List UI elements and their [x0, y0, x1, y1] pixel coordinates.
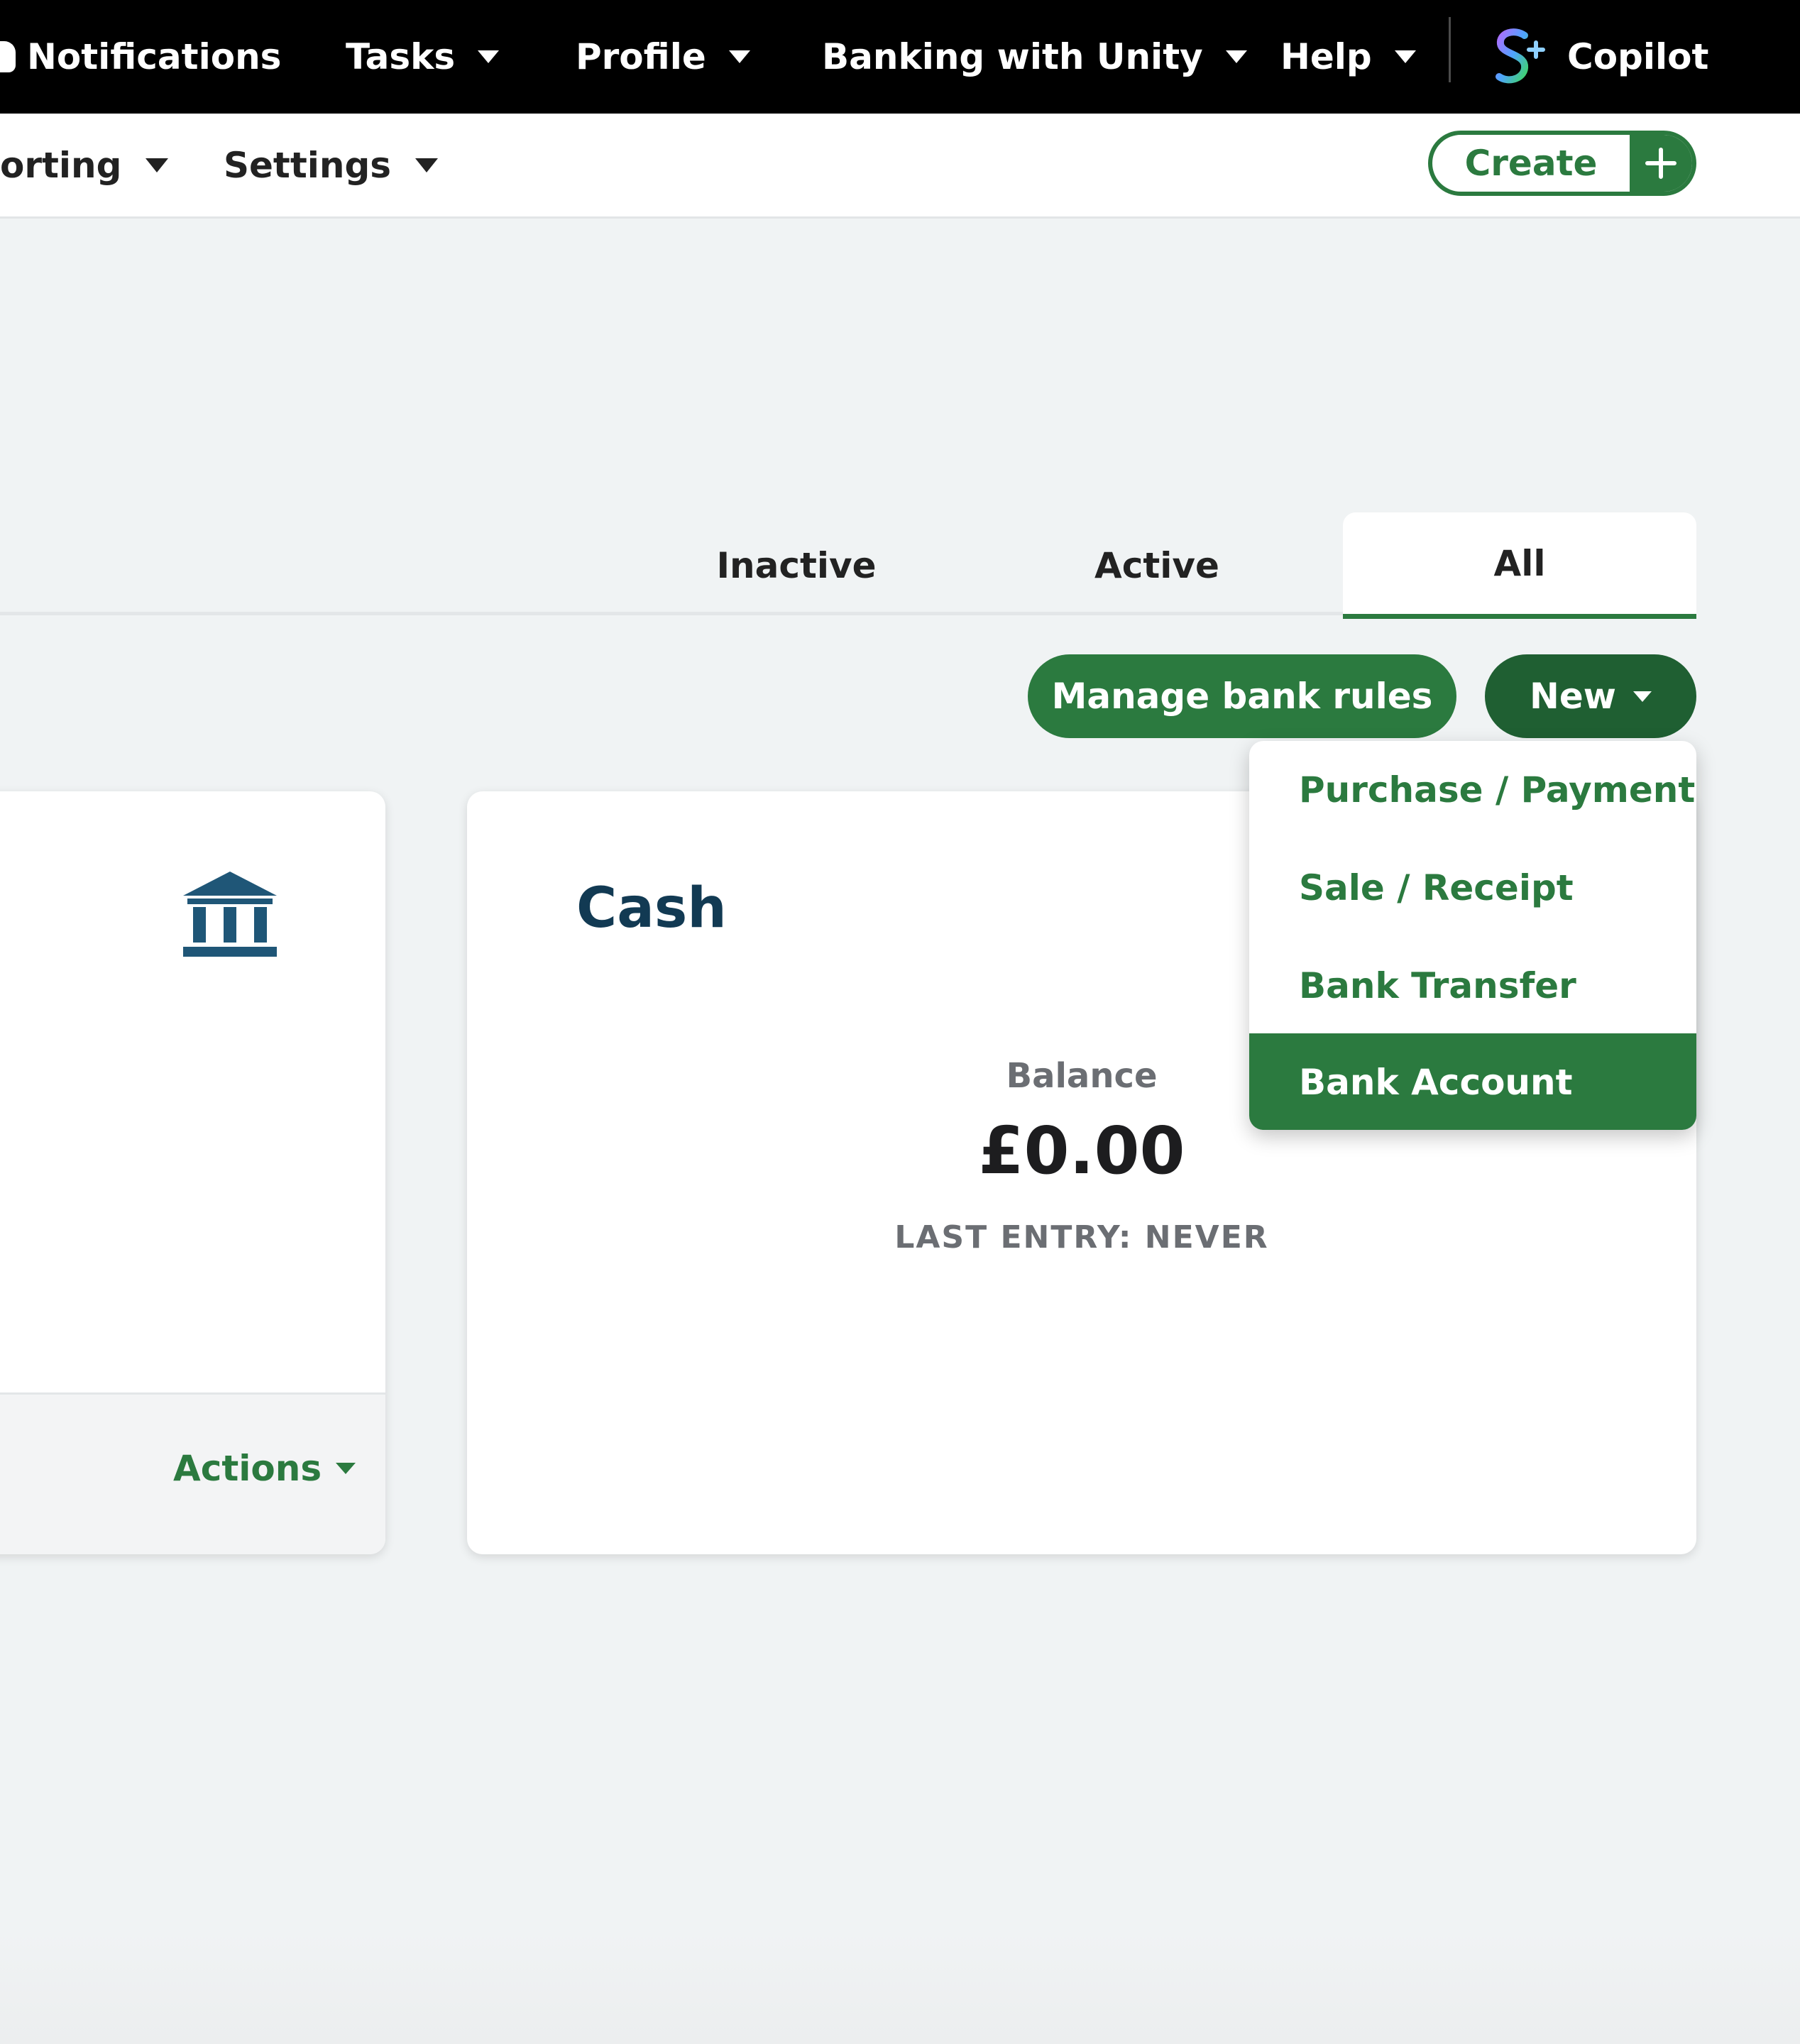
tab-all[interactable]: All — [1343, 512, 1696, 619]
tab-inactive[interactable]: Inactive — [690, 512, 903, 619]
profile-label: Profile — [576, 36, 706, 77]
menu-item-bank-account[interactable]: Bank Account — [1249, 1033, 1696, 1130]
menu-item-sale-receipt[interactable]: Sale / Receipt — [1249, 839, 1696, 937]
actions-label: Actions — [173, 1448, 322, 1489]
new-label: New — [1530, 676, 1616, 717]
menu-item-bank-transfer[interactable]: Bank Transfer — [1249, 937, 1696, 1035]
notifications-link[interactable]: Notifications — [0, 0, 281, 114]
manage-bank-rules-label: Manage bank rules — [1051, 676, 1433, 717]
new-button[interactable]: New — [1485, 654, 1696, 738]
copilot-label: Copilot — [1567, 36, 1709, 77]
nav-divider — [1449, 17, 1451, 82]
profile-menu[interactable]: Profile — [576, 0, 750, 114]
tasks-menu[interactable]: Tasks — [346, 0, 500, 114]
help-menu[interactable]: Help — [1280, 0, 1416, 114]
account-title: Cash — [576, 877, 727, 940]
actions-menu[interactable]: Actions — [173, 1448, 356, 1489]
reporting-menu[interactable]: orting — [0, 114, 169, 216]
chevron-down-icon — [478, 50, 500, 63]
create-label: Create — [1464, 143, 1598, 184]
chevron-down-icon — [1394, 50, 1416, 63]
page-bottom — [0, 1930, 1800, 2044]
copilot-icon — [1496, 28, 1545, 84]
copilot-button[interactable]: Copilot — [1493, 0, 1708, 114]
tab-active-label: Active — [1094, 545, 1219, 586]
tab-inactive-label: Inactive — [716, 545, 877, 586]
chevron-down-icon — [336, 1463, 356, 1474]
bank-icon — [183, 872, 277, 957]
menu-item-purchase-payment[interactable]: Purchase / Payment — [1249, 741, 1696, 839]
settings-menu[interactable]: Settings — [224, 114, 439, 216]
chevron-down-icon — [728, 50, 750, 63]
notifications-label: Notifications — [27, 36, 282, 77]
new-dropdown-menu: Purchase / Payment Sale / Receipt Bank T… — [1249, 741, 1696, 1130]
plus-icon — [1645, 148, 1676, 179]
banking-label: Banking with Unity — [822, 36, 1203, 77]
create-button[interactable]: Create — [1428, 131, 1696, 196]
reporting-label: orting — [0, 144, 122, 186]
bell-icon — [0, 41, 16, 72]
tab-active[interactable]: Active — [1050, 512, 1263, 619]
top-navigation-bar: Notifications Tasks Profile Banking with… — [0, 0, 1800, 114]
settings-label: Settings — [224, 144, 392, 186]
chevron-down-icon — [1632, 691, 1652, 702]
manage-bank-rules-button[interactable]: Manage bank rules — [1028, 654, 1456, 738]
balance-value: £0.00 — [978, 1113, 1185, 1189]
help-label: Help — [1280, 36, 1372, 77]
chevron-down-icon — [146, 158, 169, 172]
create-plus-button[interactable] — [1630, 135, 1692, 192]
tasks-label: Tasks — [346, 36, 456, 77]
balance-label: Balance — [1006, 1056, 1158, 1096]
last-entry-text: LAST ENTRY: NEVER — [894, 1219, 1269, 1255]
tab-all-label: All — [1493, 542, 1546, 584]
chevron-down-icon — [1225, 50, 1247, 63]
chevron-down-icon — [415, 158, 439, 172]
bank-account-card — [0, 791, 385, 1554]
banking-menu[interactable]: Banking with Unity — [822, 0, 1247, 114]
